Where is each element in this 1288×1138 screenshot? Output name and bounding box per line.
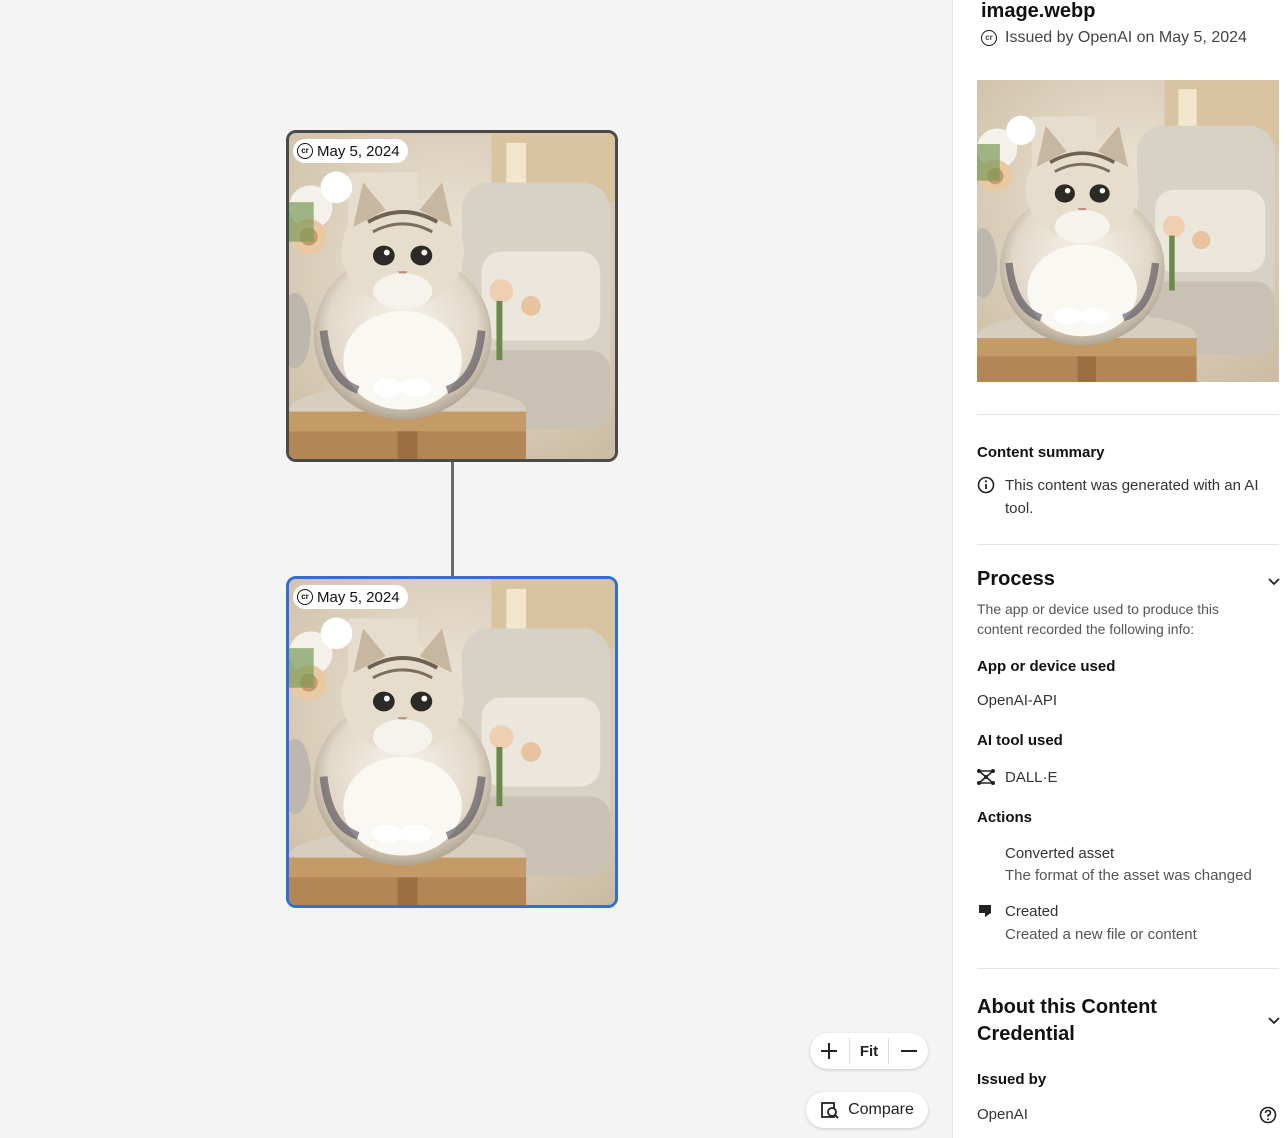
provenance-canvas[interactable]: cr May 5, 2024 cr May 5, 2024 Fit Compar… — [0, 0, 952, 1138]
zoom-in-button[interactable] — [810, 1033, 849, 1069]
compare-icon — [821, 1102, 839, 1119]
issued-text: Issued by OpenAI on May 5, 2024 — [1005, 29, 1247, 46]
content-credential-icon: cr — [297, 589, 313, 605]
divider — [977, 544, 1279, 545]
issued-line: cr Issued by OpenAI on May 5, 2024 — [981, 29, 1247, 47]
info-icon — [977, 476, 995, 494]
content-credential-icon: cr — [981, 30, 997, 46]
compare-button[interactable]: Compare — [806, 1092, 928, 1128]
cat-preview-image — [977, 80, 1279, 382]
zoom-fit-button[interactable]: Fit — [848, 1038, 890, 1064]
app-device-value: OpenAI-API — [977, 692, 1058, 709]
app-device-heading: App or device used — [977, 658, 1116, 675]
plus-icon — [821, 1043, 838, 1059]
content-credential-icon: cr — [297, 143, 313, 159]
minus-icon — [900, 1050, 917, 1052]
file-name-title: image.webp — [981, 0, 1096, 22]
content-summary-heading: Content summary — [977, 444, 1105, 461]
divider — [977, 414, 1279, 415]
asset-preview-image — [977, 80, 1279, 382]
action-title: Created — [1005, 903, 1059, 920]
process-description: The app or device used to produce this c… — [977, 601, 1220, 637]
node-connector-line — [451, 462, 454, 577]
actions-heading: Actions — [977, 809, 1033, 826]
process-heading: Process — [977, 568, 1055, 590]
created-icon — [979, 905, 991, 917]
ai-tool-heading: AI tool used — [977, 732, 1063, 749]
ai-tool-value: DALL·E — [1005, 769, 1058, 786]
cat-thumbnail-image — [289, 579, 615, 905]
action-description: The format of the asset was changed — [1005, 867, 1252, 884]
selected-asset-node[interactable]: cr May 5, 2024 — [286, 576, 618, 908]
dall-e-icon — [977, 769, 995, 785]
about-credential-heading: About this Content Credential — [977, 996, 1157, 1045]
issued-by-value: OpenAI — [977, 1106, 1028, 1123]
help-icon[interactable] — [1259, 1106, 1277, 1124]
chevron-down-icon[interactable] — [1267, 574, 1281, 588]
divider — [977, 968, 1279, 969]
ingredient-node[interactable]: cr May 5, 2024 — [286, 130, 618, 462]
date-badge: cr May 5, 2024 — [293, 139, 408, 163]
zoom-out-button[interactable] — [889, 1033, 928, 1069]
chevron-down-icon[interactable] — [1267, 1013, 1281, 1027]
action-description: Created a new file or content — [1005, 926, 1197, 943]
node-date: May 5, 2024 — [317, 142, 400, 160]
compare-label: Compare — [848, 1101, 914, 1118]
node-date: May 5, 2024 — [317, 588, 400, 606]
zoom-controls: Fit — [810, 1033, 928, 1069]
date-badge: cr May 5, 2024 — [293, 585, 408, 609]
cat-thumbnail-image — [289, 133, 615, 459]
content-summary-text: This content was generated with an AI to… — [1005, 477, 1259, 517]
action-title: Converted asset — [1005, 845, 1115, 862]
issued-by-heading: Issued by — [977, 1071, 1047, 1088]
details-panel[interactable]: image.webp cr Issued by OpenAI on May 5,… — [952, 0, 1288, 1138]
